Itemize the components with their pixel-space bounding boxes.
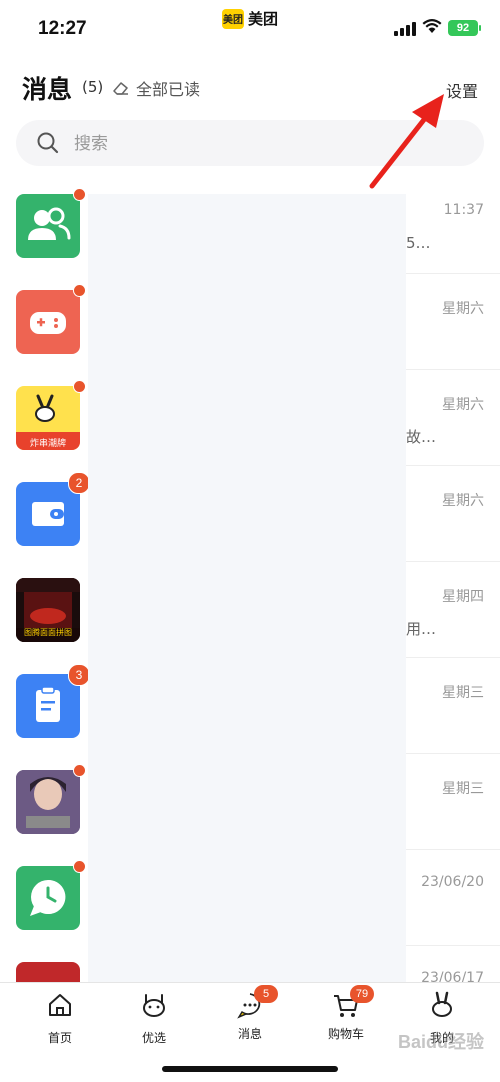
unread-badge: 3 [68,664,90,686]
tab-label: 消息 [237,1027,262,1041]
tab-label: 首页 [47,1031,72,1045]
search-bar[interactable] [16,120,484,168]
tab-label: 优选 [141,1031,166,1045]
page-title: 消息 [22,75,73,104]
tab-select[interactable]: 优选 [114,991,194,1046]
status-bar: 12:27 美团 美团 92 [0,0,500,56]
watermark: Baidu经验 [397,1032,484,1052]
tab-home[interactable]: 首页 [20,991,100,1046]
message-time: 星期六 [442,493,484,509]
meituan-logo-icon: 美团 [222,8,244,29]
signal-icon [394,22,416,36]
unread-dot [73,188,86,201]
avatar-caption: 炸串潮牌 [29,439,66,449]
message-time: 星期六 [442,301,484,317]
search-input[interactable] [72,120,456,168]
status-app-name: 美团 [248,10,279,28]
unread-dot [73,380,86,393]
group-chat-icon [16,194,80,258]
messages-header: 消息 (5) 全部已读 设置 [0,56,500,176]
user-photo-avatar [16,770,80,834]
mark-all-read-label: 全部已读 [136,80,201,99]
status-app: 美团 美团 [222,8,278,29]
message-time: 23/06/20 [421,874,484,890]
tab-label: 购物车 [327,1027,364,1041]
message-time: 星期三 [442,685,484,701]
unread-count: (5) [82,78,104,96]
settings-button[interactable]: 设置 [446,78,478,102]
order-clipboard-icon [16,674,80,738]
status-time: 12:27 [38,18,87,39]
message-snippet: 用… [406,620,437,638]
mark-all-read-button[interactable]: 全部已读 [112,76,200,100]
message-time: 星期六 [442,397,484,413]
tab-messages[interactable]: 5 消息 [210,985,290,1042]
clock-chat-icon [16,866,80,930]
shop-photo-avatar: 图腾面面拼图 [16,578,80,642]
game-controller-icon [16,290,80,354]
eraser-icon [113,82,128,95]
message-time: 星期三 [442,781,484,797]
shop-avatar: 炸串潮牌 [16,386,80,450]
home-icon [49,994,71,1016]
message-snippet: 5… [406,234,431,252]
wifi-icon [422,19,442,33]
wallet-icon [16,482,80,546]
tab-badge: 5 [254,985,278,1003]
avatar-caption: 图腾面面拼图 [24,628,72,637]
unread-dot [73,764,86,777]
shop-avatar [16,962,80,982]
message-snippet: 故… [406,428,437,446]
message-time: 23/06/17 [421,970,484,982]
message-time: 星期四 [442,589,484,605]
redacted-area [88,194,406,982]
unread-dot [73,860,86,873]
message-time: 11:37 [443,202,484,218]
unread-badge: 2 [68,472,90,494]
search-icon [37,132,59,154]
tab-badge: 79 [350,985,374,1003]
mascot-icon [143,994,165,1017]
unread-dot [73,284,86,297]
tab-cart[interactable]: 79 购物车 [306,985,386,1042]
rabbit-profile-icon [432,991,452,1017]
home-indicator [162,1066,338,1072]
battery-icon: 92 [448,20,481,36]
